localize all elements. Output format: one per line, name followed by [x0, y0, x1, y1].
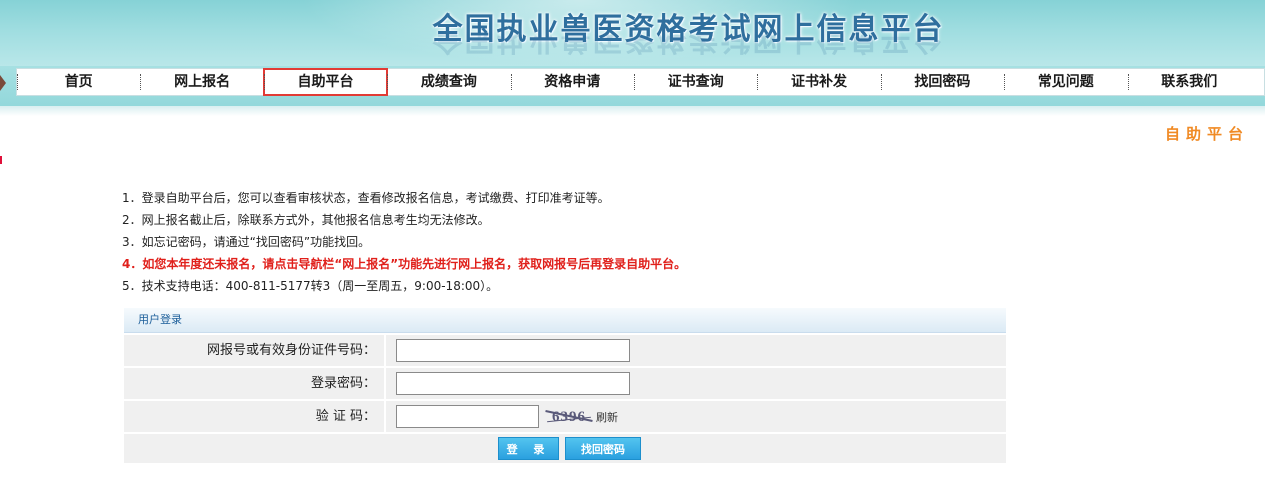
password-row: 登录密码：: [124, 368, 1006, 399]
instruction-item: 5．技术支持电话：400-811-5177转3（周一至周五，9:00-18:00…: [122, 279, 499, 293]
password-label: 登录密码：: [124, 368, 386, 399]
header-banner: 全国执业兽医资格考试网上信息平台 全国执业兽医资格考试网上信息平台: [0, 0, 1265, 66]
id-row: 网报号或有效身份证件号码：: [124, 335, 1006, 366]
login-panel-title: 用户登录: [124, 308, 1006, 333]
side-marker: [0, 156, 2, 164]
captcha-label: 验 证 码：: [124, 401, 386, 432]
forgot-password-button[interactable]: 找回密码: [565, 437, 641, 460]
captcha-row: 验 证 码： 6396 刷新: [124, 401, 1006, 432]
nav-item-qualification-apply[interactable]: 资格申请: [510, 69, 634, 95]
nav-item-online-registration[interactable]: 网上报名: [140, 69, 263, 95]
nav-item-score-query[interactable]: 成绩查询: [387, 69, 510, 95]
nav-item-certificate-reissue[interactable]: 证书补发: [757, 69, 880, 95]
captcha-text: 6396: [552, 408, 586, 425]
password-input[interactable]: [396, 372, 630, 395]
instruction-item: 3．如忘记密码，请通过“找回密码”功能找回。: [122, 235, 371, 249]
login-panel: 用户登录 网报号或有效身份证件号码： 登录密码： 验 证 码： 6396 刷新 …: [124, 308, 1006, 463]
nav-shadow: [0, 106, 1265, 116]
nav-item-home[interactable]: 首页: [17, 69, 140, 95]
main-nav: 首页 网上报名 自助平台 成绩查询 资格申请 证书查询 证书补发 找回密码 常见…: [16, 68, 1265, 96]
instruction-item-warning: 4．如您本年度还未报名，请点击导航栏“网上报名”功能先进行网上报名，获取网报号后…: [122, 257, 687, 271]
captcha-image[interactable]: 6396: [543, 406, 595, 428]
captcha-refresh-link[interactable]: 刷新: [596, 409, 618, 425]
nav-item-faq[interactable]: 常见问题: [1004, 69, 1127, 95]
page-title: 自助平台: [1164, 125, 1249, 143]
nav-item-certificate-query[interactable]: 证书查询: [633, 69, 757, 95]
captcha-input[interactable]: [396, 405, 539, 428]
login-button[interactable]: 登 录: [498, 437, 559, 460]
button-row: 登 录 找回密码: [124, 434, 1006, 463]
instruction-item: 2．网上报名截止后，除联系方式外，其他报名信息考生均无法修改。: [122, 213, 490, 227]
id-input[interactable]: [396, 339, 630, 362]
instructions-list: 1．登录自助平台后，您可以查看审核状态，查看修改报名信息，考试缴费、打印准考证等…: [122, 187, 1022, 297]
nav-arrow-icon: [0, 75, 6, 91]
site-title-reflection: 全国执业兽医资格考试网上信息平台: [432, 34, 945, 56]
instruction-item: 1．登录自助平台后，您可以查看审核状态，查看修改报名信息，考试缴费、打印准考证等…: [122, 191, 610, 205]
id-label: 网报号或有效身份证件号码：: [124, 335, 386, 366]
nav-item-contact-us[interactable]: 联系我们: [1127, 69, 1251, 95]
nav-item-recover-password[interactable]: 找回密码: [880, 69, 1004, 95]
nav-item-self-service[interactable]: 自助平台: [262, 68, 389, 96]
